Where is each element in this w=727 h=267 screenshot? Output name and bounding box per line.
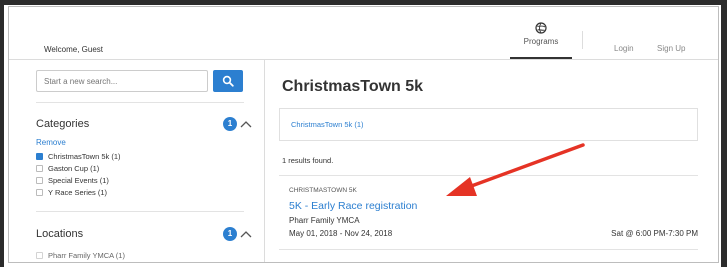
checkbox[interactable]: [36, 165, 43, 172]
active-filter-bar: ChristmasTown 5k (1): [279, 108, 698, 141]
search-input[interactable]: [36, 70, 208, 92]
sidebar-divider: [36, 102, 244, 103]
sidebar-divider: [36, 211, 244, 212]
signup-link[interactable]: Sign Up: [657, 44, 685, 53]
result-organization: Pharr Family YMCA: [289, 216, 360, 225]
nav-programs-tab[interactable]: Programs: [510, 19, 572, 59]
location-label: Pharr Family YMCA (1): [48, 251, 125, 260]
browser-viewport: Welcome, Guest Programs Login Sign Up Ca…: [8, 6, 719, 263]
nav-programs-label: Programs: [523, 37, 559, 46]
categories-count-badge: 1: [223, 117, 237, 131]
chevron-up-icon[interactable]: [239, 229, 253, 239]
result-divider: [279, 249, 698, 250]
screen-edge-top: [0, 0, 727, 5]
category-filter-item[interactable]: Y Race Series (1): [36, 187, 107, 198]
category-label: Special Events (1): [48, 176, 109, 185]
screen-edge-left: [0, 0, 4, 267]
results-panel: ChristmasTown 5k ChristmasTown 5k (1) 1 …: [265, 60, 718, 262]
locations-heading: Locations: [36, 228, 84, 240]
result-time: Sat @ 6:00 PM-7:30 PM: [611, 229, 698, 238]
login-link[interactable]: Login: [614, 44, 634, 53]
location-filter-item[interactable]: Pharr Family YMCA (1): [36, 250, 125, 261]
locations-count-badge: 1: [223, 227, 237, 241]
top-nav-bar: Welcome, Guest Programs Login Sign Up: [9, 7, 718, 60]
chevron-up-icon[interactable]: [239, 119, 253, 129]
filter-sidebar: Categories 1 Remove ChristmasTown 5k (1)…: [9, 60, 265, 262]
checkbox-checked-disabled[interactable]: [36, 252, 43, 259]
category-label: Y Race Series (1): [48, 188, 108, 197]
category-label: ChristmasTown 5k (1): [48, 152, 121, 161]
active-tab-underline: [510, 57, 572, 59]
checkbox-checked[interactable]: [36, 153, 43, 160]
category-filter-item[interactable]: ChristmasTown 5k (1): [36, 151, 121, 162]
category-filter-item[interactable]: Special Events (1): [36, 175, 109, 186]
search-button[interactable]: [213, 70, 243, 92]
welcome-text: Welcome, Guest: [44, 45, 103, 54]
result-divider: [279, 175, 698, 176]
active-filter-link[interactable]: ChristmasTown 5k (1): [291, 120, 364, 129]
category-filter-item[interactable]: Gaston Cup (1): [36, 163, 99, 174]
category-label: Gaston Cup (1): [48, 164, 100, 173]
result-date-range: May 01, 2018 - Nov 24, 2018: [289, 229, 393, 238]
remove-filter-link[interactable]: Remove: [36, 138, 66, 147]
page-title: ChristmasTown 5k: [282, 78, 424, 95]
globe-icon: [535, 22, 547, 34]
results-count: 1 results found.: [282, 156, 334, 165]
categories-heading: Categories: [36, 118, 90, 130]
nav-separator: [582, 31, 583, 49]
search-icon: [222, 75, 234, 87]
checkbox[interactable]: [36, 189, 43, 196]
checkbox[interactable]: [36, 177, 43, 184]
result-category: CHRISTMASTOWN 5K: [289, 187, 357, 194]
screen-edge-right: [721, 0, 727, 267]
result-title-link[interactable]: 5K - Early Race registration: [289, 200, 417, 212]
